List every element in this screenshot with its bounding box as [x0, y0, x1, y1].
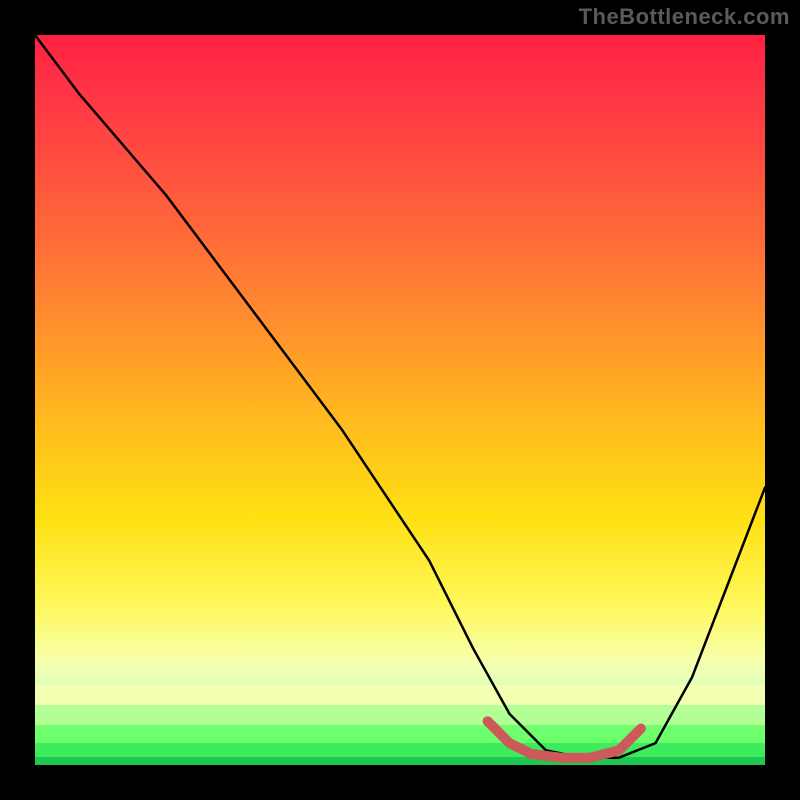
- curve-layer: [35, 35, 765, 765]
- chart-frame: TheBottleneck.com: [0, 0, 800, 800]
- bottleneck-curve: [35, 35, 765, 758]
- watermark-text: TheBottleneck.com: [579, 4, 790, 30]
- plot-area: [35, 35, 765, 765]
- optimal-range-marker: [488, 721, 641, 758]
